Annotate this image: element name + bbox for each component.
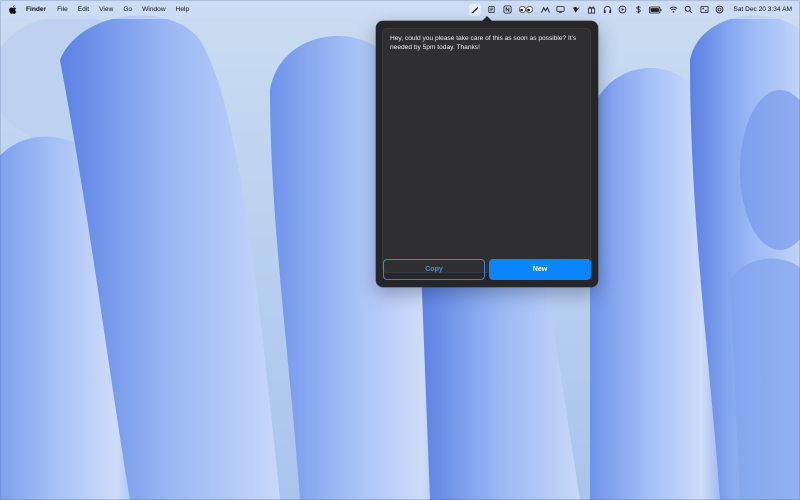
pen-nib-icon[interactable] <box>468 3 481 16</box>
mountain-icon[interactable] <box>540 5 550 14</box>
control-center-icon[interactable] <box>700 5 709 14</box>
new-button[interactable]: New <box>489 259 591 280</box>
menu-bar-clock[interactable]: Sat Dec 20 3:34 AM <box>733 0 792 19</box>
eyes-icon[interactable] <box>518 5 534 14</box>
siri-icon[interactable] <box>715 5 724 14</box>
dollar-flag-icon[interactable] <box>634 5 643 14</box>
menu-go[interactable]: Go <box>123 0 132 19</box>
menu-bar: Finder File Edit View Go Window Help Sat… <box>0 0 800 19</box>
menu-edit[interactable]: Edit <box>78 0 89 19</box>
wifi-icon[interactable] <box>669 5 678 14</box>
copy-button[interactable]: Copy <box>383 259 485 280</box>
menu-finder[interactable]: Finder <box>26 0 46 19</box>
battery-icon[interactable] <box>649 5 662 14</box>
menu-bar-left: Finder File Edit View Go Window Help <box>0 0 199 19</box>
menu-help[interactable]: Help <box>176 0 190 19</box>
text-popover: Copy New <box>376 21 598 287</box>
checkmark-star-icon[interactable] <box>572 5 581 14</box>
list-icon[interactable] <box>487 5 496 14</box>
desktop: Finder File Edit View Go Window Help Sat… <box>0 0 800 500</box>
spotlight-search-icon[interactable] <box>684 5 693 14</box>
headphones-icon[interactable] <box>603 5 612 14</box>
monitor-icon[interactable] <box>556 5 565 14</box>
menu-file[interactable]: File <box>57 0 68 19</box>
menu-view[interactable]: View <box>99 0 113 19</box>
play-circle-icon[interactable] <box>618 5 627 14</box>
apple-logo-icon[interactable] <box>9 5 17 14</box>
menu-bar-extras: Sat Dec 20 3:34 AM <box>463 0 800 19</box>
message-text-area[interactable] <box>382 28 591 273</box>
n-square-icon[interactable] <box>503 5 512 14</box>
gift-icon[interactable] <box>587 5 596 14</box>
menu-window[interactable]: Window <box>142 0 165 19</box>
